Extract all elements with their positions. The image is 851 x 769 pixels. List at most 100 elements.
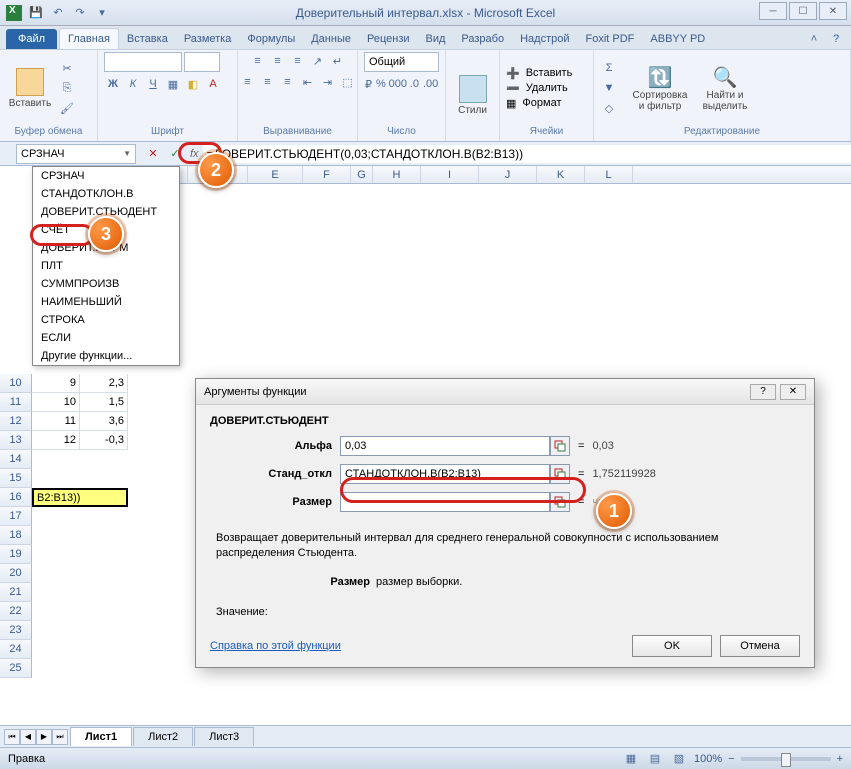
row-header[interactable]: 24 xyxy=(0,640,32,659)
indent-inc-icon[interactable]: ⇥ xyxy=(319,73,337,91)
sheet-tab[interactable]: Лист3 xyxy=(194,727,254,746)
row-header[interactable]: 15 xyxy=(0,469,32,488)
bold-icon[interactable]: Ж xyxy=(104,75,122,93)
tab-view[interactable]: Вид xyxy=(418,29,454,49)
zoom-in-icon[interactable]: + xyxy=(837,753,843,765)
row-header[interactable]: 18 xyxy=(0,526,32,545)
wrap-icon[interactable]: ↵ xyxy=(329,52,347,70)
row-header[interactable]: 16 xyxy=(0,488,32,507)
align-bot-icon[interactable]: ≡ xyxy=(289,52,307,70)
autosum-icon[interactable]: Σ xyxy=(600,59,618,77)
zoom-out-icon[interactable]: − xyxy=(728,753,734,765)
tab-abbyy[interactable]: ABBYY PD xyxy=(642,29,713,49)
tab-insert[interactable]: Вставка xyxy=(119,29,176,49)
cell[interactable]: 3,6 xyxy=(80,412,128,431)
chevron-down-icon[interactable]: ▼ xyxy=(123,149,131,158)
col-header[interactable]: I xyxy=(421,166,479,183)
row-header[interactable]: 19 xyxy=(0,545,32,564)
fill-color-icon[interactable]: ◧ xyxy=(184,75,202,93)
arg-input[interactable] xyxy=(340,464,550,484)
number-format-combo[interactable] xyxy=(364,52,439,72)
cells-insert[interactable]: ➕Вставить xyxy=(506,67,572,80)
dialog-close-icon[interactable]: ✕ xyxy=(780,384,806,400)
cell[interactable]: -0,3 xyxy=(80,431,128,450)
cell[interactable]: 12 xyxy=(32,431,80,450)
copy-icon[interactable]: ⎘ xyxy=(58,79,76,97)
active-cell[interactable]: B2:B13)) xyxy=(32,488,128,507)
cells-format[interactable]: ▦Формат xyxy=(506,97,561,110)
dec-dec-icon[interactable]: .00 xyxy=(422,75,439,93)
dropdown-item[interactable]: СТАНДОТКЛОН.В xyxy=(33,185,179,203)
accept-formula-icon[interactable]: ✓ xyxy=(166,145,184,163)
align-top-icon[interactable]: ≡ xyxy=(249,52,267,70)
tab-data[interactable]: Данные xyxy=(303,29,359,49)
row-header[interactable]: 22 xyxy=(0,602,32,621)
col-header[interactable]: E xyxy=(248,166,303,183)
cell[interactable]: 10 xyxy=(32,393,80,412)
range-selector-icon[interactable] xyxy=(550,464,570,484)
row-header[interactable]: 21 xyxy=(0,583,32,602)
next-sheet-icon[interactable]: ▶ xyxy=(36,729,52,745)
last-sheet-icon[interactable]: ⏭ xyxy=(52,729,68,745)
find-button[interactable]: 🔍Найти и выделить xyxy=(696,63,754,114)
cancel-button[interactable]: Отмена xyxy=(720,635,800,657)
row-header[interactable]: 11 xyxy=(0,393,32,412)
row-header[interactable]: 13 xyxy=(0,431,32,450)
undo-icon[interactable]: ↶ xyxy=(50,5,66,21)
view-layout-icon[interactable]: ▤ xyxy=(646,750,664,768)
redo-icon[interactable]: ↷ xyxy=(72,5,88,21)
qat-more-icon[interactable]: ▾ xyxy=(94,5,110,21)
name-box[interactable]: СРЗНАЧ ▼ xyxy=(16,144,136,164)
fill-icon[interactable]: ▼ xyxy=(600,79,618,97)
cell[interactable]: 2,3 xyxy=(80,374,128,393)
underline-icon[interactable]: Ч xyxy=(144,75,162,93)
view-pagebreak-icon[interactable]: ▧ xyxy=(670,750,688,768)
col-header[interactable]: G xyxy=(351,166,373,183)
row-header[interactable]: 12 xyxy=(0,412,32,431)
col-header[interactable]: J xyxy=(479,166,537,183)
currency-icon[interactable]: ₽ xyxy=(364,75,373,93)
sheet-tab[interactable]: Лист2 xyxy=(133,727,193,746)
cell[interactable]: 9 xyxy=(32,374,80,393)
row-header[interactable]: 14 xyxy=(0,450,32,469)
border-icon[interactable]: ▦ xyxy=(164,75,182,93)
tab-layout[interactable]: Разметка xyxy=(176,29,240,49)
tab-home[interactable]: Главная xyxy=(59,28,119,49)
row-header[interactable]: 25 xyxy=(0,659,32,678)
close-button[interactable]: ✕ xyxy=(819,2,847,20)
row-header[interactable]: 23 xyxy=(0,621,32,640)
merge-icon[interactable]: ⬚ xyxy=(339,73,357,91)
col-header[interactable]: L xyxy=(585,166,633,183)
formula-input[interactable] xyxy=(203,145,851,163)
percent-icon[interactable]: % xyxy=(375,75,387,93)
arg-input[interactable] xyxy=(340,492,550,512)
col-header[interactable]: H xyxy=(373,166,421,183)
row-header[interactable]: 10 xyxy=(0,374,32,393)
clear-icon[interactable]: ◇ xyxy=(600,99,618,117)
cut-icon[interactable]: ✂ xyxy=(58,59,76,77)
orientation-icon[interactable]: ↗ xyxy=(309,52,327,70)
paste-button[interactable]: Вставить xyxy=(6,66,54,111)
dropdown-item[interactable]: ЕСЛИ xyxy=(33,329,179,347)
tab-dev[interactable]: Разрабо xyxy=(453,29,512,49)
align-right-icon[interactable]: ≡ xyxy=(279,73,297,91)
row-header[interactable]: 20 xyxy=(0,564,32,583)
cell[interactable]: 11 xyxy=(32,412,80,431)
dropdown-item[interactable]: НАИМЕНЬШИЙ xyxy=(33,293,179,311)
cells-delete[interactable]: ➖Удалить xyxy=(506,82,568,95)
file-tab[interactable]: Файл xyxy=(6,29,57,49)
range-selector-icon[interactable] xyxy=(550,436,570,456)
inc-dec-icon[interactable]: .0 xyxy=(409,75,420,93)
fx-icon[interactable]: fx xyxy=(190,148,199,160)
sort-filter-button[interactable]: 🔃Сортировка и фильтр xyxy=(628,63,692,114)
font-combo[interactable] xyxy=(104,52,182,72)
range-selector-icon[interactable] xyxy=(550,492,570,512)
save-icon[interactable]: 💾 xyxy=(28,5,44,21)
align-center-icon[interactable]: ≡ xyxy=(259,73,277,91)
indent-dec-icon[interactable]: ⇤ xyxy=(299,73,317,91)
minimize-ribbon-icon[interactable]: ˄ xyxy=(805,30,823,48)
italic-icon[interactable]: К xyxy=(124,75,142,93)
row-header[interactable]: 17 xyxy=(0,507,32,526)
maximize-button[interactable]: ☐ xyxy=(789,2,817,20)
fontsize-combo[interactable] xyxy=(184,52,220,72)
